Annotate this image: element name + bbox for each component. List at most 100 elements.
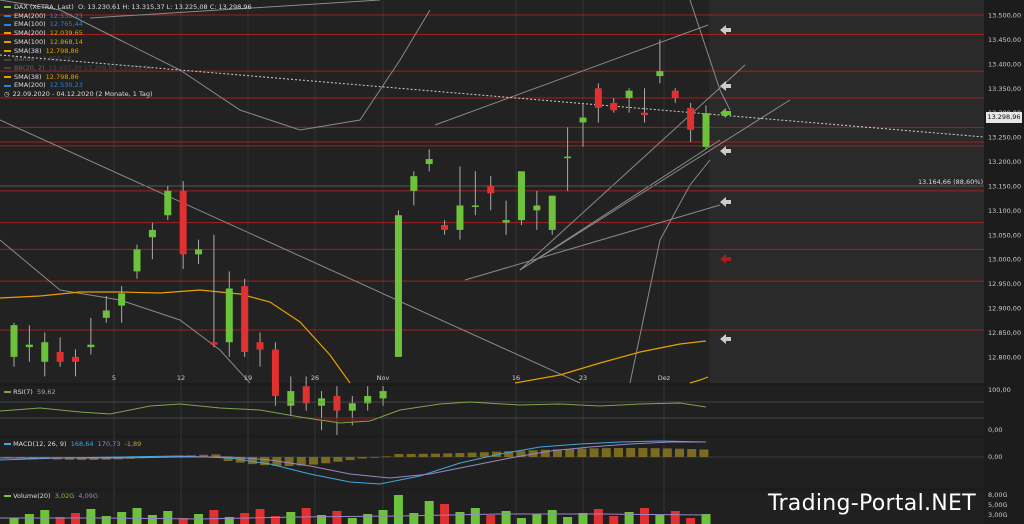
candle-body: [579, 117, 587, 123]
price-tick-label: 13.350,00: [988, 85, 1021, 93]
price-tick-label: 13.150,00: [988, 182, 1021, 190]
legend-item[interactable]: SMA(200) 12.039,65: [4, 29, 252, 38]
legend-label: BB(20, 2): [14, 63, 45, 72]
volume-bar: [301, 508, 311, 524]
candle-body: [702, 113, 710, 147]
macd-bar: [675, 448, 684, 457]
legend-item[interactable]: EMA(200) 12.530,23: [4, 81, 252, 90]
volume-bar: [347, 518, 357, 524]
legend-item[interactable]: Bands 12.855,28: [4, 55, 252, 64]
candle-body: [25, 344, 33, 348]
volume-bar: [701, 514, 711, 524]
volume-bar: [563, 517, 573, 524]
price-tick-label: 13.200,00: [988, 158, 1021, 166]
macd-bar: [443, 453, 453, 457]
price-tick-label: 12.900,00: [988, 305, 1021, 313]
candle-body: [502, 220, 510, 223]
candle-body: [625, 90, 633, 99]
macd-bar: [345, 457, 355, 461]
price-tick-label: 13.000,00: [988, 256, 1021, 264]
macd-bar: [687, 449, 697, 457]
legend-item[interactable]: EMA(200) 12.530,23: [4, 12, 252, 21]
volume-bar: [286, 512, 296, 524]
legend-item[interactable]: BB(20, 2) 13.407,30 13.209,61 13.008,94: [4, 64, 252, 73]
legend-item[interactable]: SMA(38) 12.798,86: [4, 73, 252, 82]
macd-bar: [357, 457, 367, 459]
legend-value: 12.039,65: [45, 29, 83, 38]
time-tick-label: 19: [244, 374, 252, 382]
watermark-logo: Trading-Portal.NET: [767, 491, 976, 516]
volume-label: Volume(20) 3,02G 4,09G: [4, 492, 98, 500]
chart-window: 13.500,0013.450,0013.400,0013.350,0013.3…: [0, 0, 1024, 524]
candle-body: [302, 386, 310, 404]
candle-body: [348, 403, 356, 411]
macd-v2: 170,73: [97, 440, 121, 448]
candle[interactable]: [394, 210, 402, 357]
legend-swatch: [4, 84, 11, 87]
candle-body: [456, 205, 464, 230]
candle-body: [410, 176, 418, 191]
period-note: (2 Monate, 1 Tag): [95, 90, 153, 99]
volume-bar: [655, 515, 665, 524]
macd-bar: [370, 457, 379, 458]
candle-body: [487, 185, 495, 194]
ohlc-values: O: 13.230,61 H: 13.315,37 L: 13.225,08 C…: [77, 3, 252, 11]
macd-bar: [565, 448, 575, 457]
legend-swatch: [4, 23, 11, 26]
legend-item[interactable]: EMA(100) 12.765,44: [4, 20, 252, 29]
candle-body: [564, 156, 572, 159]
volume-bar: [578, 513, 588, 524]
candle-body: [425, 159, 433, 164]
candle[interactable]: [517, 171, 525, 226]
volume-bar: [163, 511, 173, 524]
macd-bar: [467, 452, 477, 457]
candle-body: [379, 391, 387, 399]
macd-bar: [394, 454, 404, 457]
macd-bar: [455, 453, 465, 457]
legend-item[interactable]: SMA(38) 12.798,86: [4, 47, 252, 56]
volume-bar: [40, 510, 50, 524]
volume-v1: 3,02G: [54, 492, 75, 500]
volume-name: Volume(20): [13, 492, 51, 500]
time-tick-label: 5: [112, 374, 116, 382]
legend-label: Bands: [14, 55, 35, 64]
macd-v1: 168,64: [70, 440, 94, 448]
candle-body: [640, 112, 648, 116]
volume-bar: [24, 514, 34, 524]
macd-v3: -1,89: [124, 440, 142, 448]
price-tick-label: 12.950,00: [988, 280, 1021, 288]
volume-bar: [486, 515, 496, 524]
macd-bar: [614, 448, 623, 457]
volume-bar: [501, 511, 511, 524]
instrument-swatch: [4, 6, 11, 9]
legend-item[interactable]: SMA(100) 12.868,14: [4, 38, 252, 47]
candle[interactable]: [241, 278, 249, 357]
price-tick-label: 12.850,00: [988, 329, 1021, 337]
candle[interactable]: [548, 195, 556, 235]
macd-bar: [382, 456, 392, 458]
legend-swatch: [4, 58, 11, 61]
price-tick-label: 13.100,00: [988, 207, 1021, 215]
time-tick-label: 16: [512, 374, 520, 382]
rsi-axis-100: 100,00: [988, 386, 1011, 394]
legend-value: 13.407,30 13.209,61 13.008,94: [44, 63, 153, 72]
macd-bar: [431, 453, 440, 457]
rsi-axis-0: 0,00: [988, 426, 1002, 434]
volume-bar: [86, 509, 96, 524]
macd-bar: [479, 452, 489, 457]
last-price-badge: 13.298,96: [986, 112, 1022, 123]
candle-body: [441, 225, 449, 230]
candle[interactable]: [164, 185, 172, 221]
time-tick-label: 23: [579, 374, 587, 382]
volume-bar: [378, 510, 388, 524]
macd-label: MACD(12, 26, 9) 168,64 170,73 -1,89: [4, 440, 141, 448]
legend-swatch: [4, 32, 11, 35]
candle-body: [41, 342, 49, 362]
macd-bar: [418, 453, 428, 457]
time-tick-label: 26: [311, 374, 319, 382]
candle-body: [179, 190, 187, 255]
legend-label: EMA(100): [14, 20, 46, 29]
candle-body: [271, 349, 279, 396]
price-tick-label: 13.050,00: [988, 231, 1021, 239]
macd-bar: [577, 448, 587, 457]
